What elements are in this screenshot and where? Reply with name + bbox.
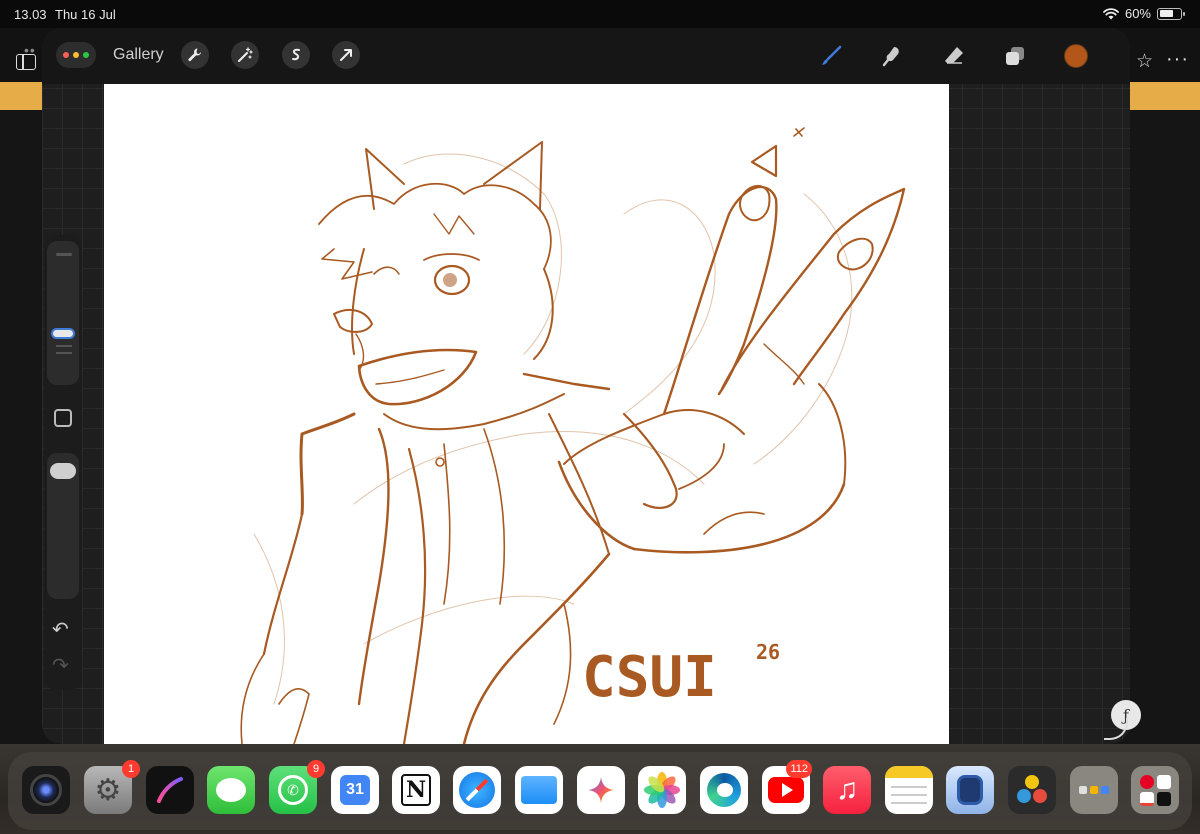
gemini-app[interactable] xyxy=(577,766,625,814)
modify-button[interactable] xyxy=(54,409,72,427)
procreate-window: Gallery CSUI 26 ↶ ↷ xyxy=(42,28,1130,744)
status-time: 13.03 xyxy=(14,7,47,22)
status-date: Thu 16 Jul xyxy=(55,7,116,22)
clipper-app[interactable] xyxy=(946,766,994,814)
dock: ⚙ 1 ✆ 9 31 N 112 ♫ xyxy=(0,744,1200,834)
files-app[interactable] xyxy=(515,766,563,814)
window-controls[interactable] xyxy=(56,42,96,68)
photos-app[interactable] xyxy=(638,766,686,814)
folder-app[interactable] xyxy=(1070,766,1118,814)
color-picker-swatch[interactable] xyxy=(1064,44,1088,68)
safari-app[interactable] xyxy=(453,766,501,814)
undo-icon[interactable]: ↶ xyxy=(52,617,69,642)
procreate-app[interactable] xyxy=(146,766,194,814)
youtube-app[interactable]: 112 xyxy=(762,760,812,814)
notion-app[interactable]: N xyxy=(392,766,440,814)
brush-opacity-slider[interactable] xyxy=(47,453,79,599)
selection-icon[interactable] xyxy=(282,41,310,69)
redo-icon[interactable]: ↷ xyxy=(52,653,69,678)
gallery-button[interactable]: Gallery xyxy=(113,46,164,64)
edge-app[interactable] xyxy=(700,766,748,814)
procreate-toolbar: Gallery xyxy=(42,28,1130,84)
whatsapp-badge: 9 xyxy=(307,760,325,778)
brush-icon[interactable] xyxy=(817,42,845,70)
magic-wand-icon[interactable] xyxy=(231,41,259,69)
status-right: 60% xyxy=(1103,6,1185,21)
settings-app[interactable]: ⚙ 1 xyxy=(84,760,140,814)
settings-badge: 1 xyxy=(122,760,140,778)
eraser-icon[interactable] xyxy=(940,42,968,70)
signature-superscript: 26 xyxy=(756,640,780,664)
recent-apps-folder[interactable] xyxy=(1131,766,1179,814)
transform-arrow-icon[interactable] xyxy=(332,41,360,69)
sketch-artwork: CSUI 26 xyxy=(240,127,906,744)
music-app[interactable]: ♫ xyxy=(823,766,871,814)
more-icon[interactable]: ··· xyxy=(1166,48,1189,71)
brush-size-knob[interactable] xyxy=(51,328,75,339)
messages-app[interactable] xyxy=(207,766,255,814)
drawing-canvas[interactable]: CSUI 26 xyxy=(104,84,949,744)
brush-size-slider[interactable] xyxy=(47,241,79,385)
camera-app[interactable] xyxy=(22,766,70,814)
wrench-icon[interactable] xyxy=(181,41,209,69)
signature-text: CSUI xyxy=(582,645,717,710)
star-icon[interactable]: ☆ xyxy=(1136,50,1153,73)
brush-opacity-knob[interactable] xyxy=(50,463,76,479)
status-bar: 13.03 Thu 16 Jul 60% xyxy=(0,0,1200,28)
davinci-app[interactable] xyxy=(1008,766,1056,814)
ipad-screen: 13.03 Thu 16 Jul 60% •• ☆ ··· Gallery CS… xyxy=(0,0,1200,834)
battery-percent: 60% xyxy=(1124,6,1151,21)
brush-sidebar: ↶ ↷ xyxy=(44,235,82,690)
youtube-badge: 112 xyxy=(786,760,812,778)
smudge-icon[interactable] xyxy=(878,42,906,70)
whatsapp-app[interactable]: ✆ 9 xyxy=(269,760,325,814)
notion-letter: N xyxy=(401,774,431,806)
sidebar-toggle-icon[interactable] xyxy=(16,54,36,70)
layers-icon[interactable] xyxy=(1001,42,1029,70)
wifi-icon xyxy=(1103,7,1119,19)
calendar-day: 31 xyxy=(340,775,370,805)
battery-icon xyxy=(1157,7,1185,20)
notes-app[interactable] xyxy=(885,766,933,814)
calendar-app[interactable]: 31 xyxy=(331,766,379,814)
